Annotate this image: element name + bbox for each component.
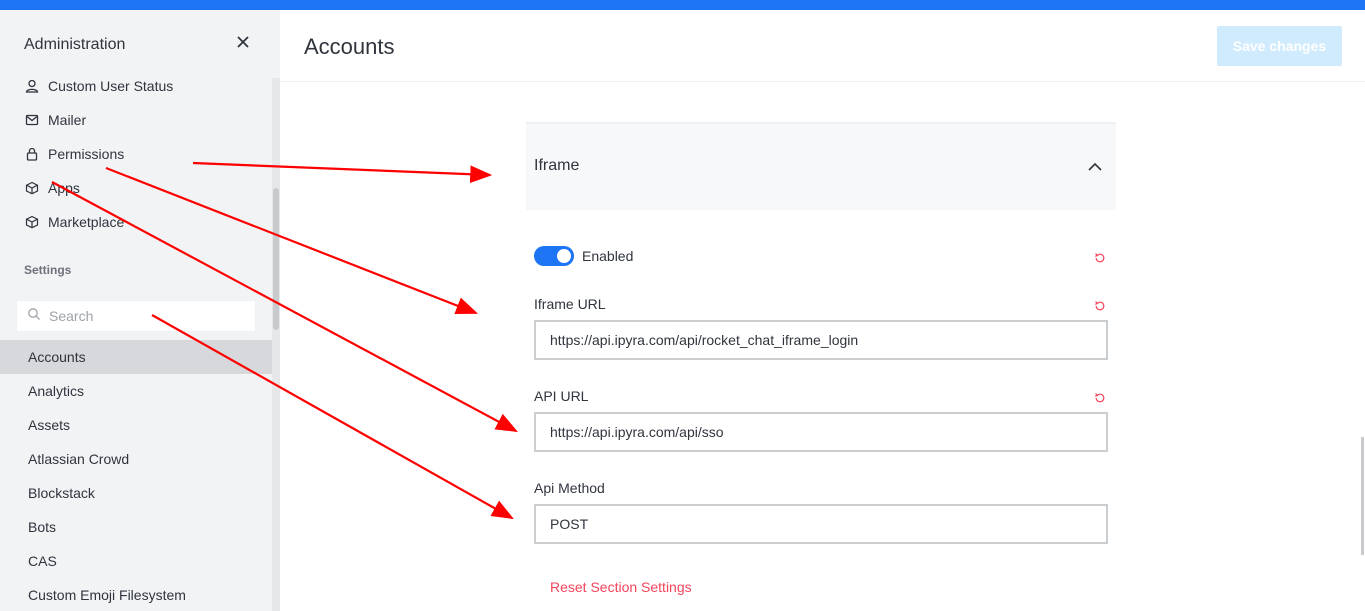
api-method-input[interactable] [534,504,1108,544]
sidebar-search[interactable] [16,300,256,332]
reset-iframe-url-icon[interactable] [1094,299,1106,311]
chevron-up-icon[interactable] [1086,158,1104,176]
sidebar-item-permissions[interactable]: Permissions [24,142,124,166]
top-accent-bar [0,0,1365,10]
search-icon [27,307,41,326]
sidebar-title: Administration [24,36,126,53]
settings-item-blockstack[interactable]: Blockstack [0,476,272,510]
reset-section-settings-link[interactable]: Reset Section Settings [550,579,692,595]
sidebar-scrollbar-track[interactable] [272,78,280,611]
settings-section-label: Settings [24,263,72,277]
sidebar-item-label: Custom User Status [48,78,174,94]
iframe-section-header[interactable]: Iframe [526,122,1116,210]
enabled-label: Enabled [582,248,634,264]
settings-item-atlassian-crowd[interactable]: Atlassian Crowd [0,442,272,476]
search-input[interactable] [49,308,249,324]
sidebar-item-label: Marketplace [48,214,125,230]
page-header: Accounts Save changes [280,10,1365,82]
settings-item-custom-emoji-filesystem[interactable]: Custom Emoji Filesystem [0,578,272,611]
settings-item-accounts[interactable]: Accounts [0,340,272,374]
iframe-url-label: Iframe URL [534,296,606,312]
settings-item-label: Bots [28,519,57,535]
settings-item-label: Accounts [28,349,86,365]
sidebar-item-custom-user-status[interactable]: Custom User Status [24,74,173,98]
lock-icon [24,146,40,162]
user-icon [24,78,40,94]
reset-api-url-icon[interactable] [1094,391,1106,403]
iframe-url-input[interactable] [534,320,1108,360]
sidebar-item-marketplace[interactable]: Marketplace [24,210,124,234]
cube-icon [24,180,40,196]
api-url-label: API URL [534,388,589,404]
settings-item-assets[interactable]: Assets [0,408,272,442]
save-changes-button[interactable]: Save changes [1217,26,1342,66]
api-method-label: Api Method [534,480,605,496]
settings-item-label: Assets [28,417,71,433]
sidebar-item-label: Apps [48,180,80,196]
api-url-input[interactable] [534,412,1108,452]
close-icon[interactable] [236,34,254,52]
sidebar-scrollbar-thumb[interactable] [273,188,279,330]
mail-icon [24,112,40,128]
settings-item-label: Blockstack [28,485,95,501]
settings-item-cas[interactable]: CAS [0,544,272,578]
sidebar-item-mailer[interactable]: Mailer [24,108,86,132]
admin-sidebar: Administration Custom User Status Mailer… [0,10,280,611]
main-scrollbar-thumb[interactable] [1361,437,1364,555]
sidebar-item-label: Permissions [48,146,125,162]
sidebar-item-apps[interactable]: Apps [24,176,80,200]
settings-item-label: Custom Emoji Filesystem [28,587,186,603]
settings-item-analytics[interactable]: Analytics [0,374,272,408]
settings-item-bots[interactable]: Bots [0,510,272,544]
settings-item-label: CAS [28,553,57,569]
settings-item-label: Atlassian Crowd [28,451,130,467]
page-title: Accounts [304,34,395,59]
section-title: Iframe [534,157,580,174]
sidebar-item-label: Mailer [48,112,87,128]
enabled-toggle[interactable] [534,246,574,266]
settings-item-label: Analytics [28,383,85,399]
cube-icon [24,214,40,230]
reset-enabled-icon[interactable] [1094,251,1106,263]
toggle-knob [557,249,571,263]
